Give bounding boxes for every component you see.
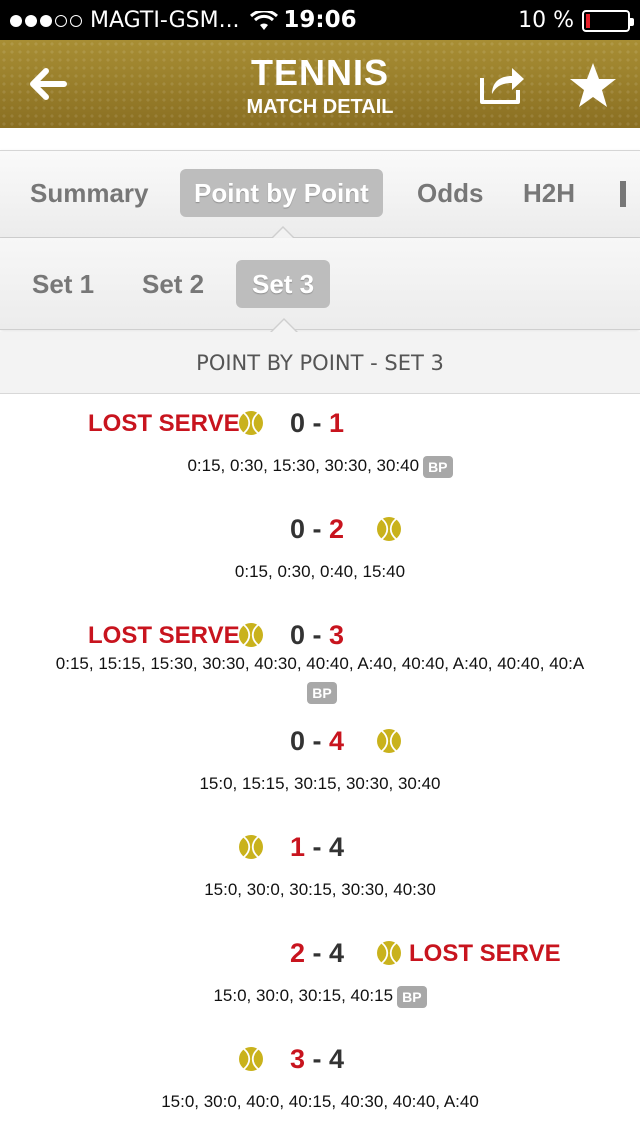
point-scores-text: 15:0, 15:15, 30:15, 30:30, 30:40 <box>199 774 441 793</box>
main-tabs: Summary Point by Point Odds H2H <box>0 150 640 238</box>
break-point-badge: BP <box>397 985 427 1008</box>
score-away: 4 <box>329 832 345 862</box>
game-score: 2 - 4 <box>290 938 344 969</box>
point-scores-text: 15:0, 30:0, 30:15, 40:15 <box>213 986 394 1005</box>
page-title: TENNIS <box>250 52 389 93</box>
point-sequence: 0:15, 0:30, 15:30, 30:30, 30:40 BP <box>0 452 640 480</box>
tab-summary[interactable]: Summary <box>16 169 163 217</box>
serve-ball-icon <box>238 1046 264 1072</box>
battery-percent: 10 % <box>518 8 574 33</box>
battery-fill <box>586 13 590 28</box>
tab-set-3[interactable]: Set 3 <box>236 260 331 308</box>
point-sequence: 0:15, 15:15, 15:30, 30:30, 40:30, 40:40,… <box>0 650 640 706</box>
point-sequence: 15:0, 30:0, 30:15, 30:30, 40:30 <box>0 876 640 904</box>
point-scores-text: 0:15, 0:30, 15:30, 30:30, 30:40 <box>187 456 420 475</box>
score-home: 2 <box>290 938 306 968</box>
game-score: 1 - 4 <box>290 832 344 863</box>
serve-ball-icon <box>376 728 402 754</box>
app-header: TENNIS MATCH DETAIL <box>0 40 640 128</box>
lost-serve-label: LOST SERVE <box>88 622 240 649</box>
score-away: 3 <box>329 620 345 650</box>
score-away: 4 <box>329 938 345 968</box>
favorite-star-icon[interactable] <box>568 60 618 110</box>
tab-h2h[interactable]: H2H <box>509 169 589 217</box>
score-home: 1 <box>290 832 306 862</box>
tab-set-1[interactable]: Set 1 <box>16 260 110 308</box>
score-separator: - <box>305 832 330 862</box>
tab-odds[interactable]: Odds <box>403 169 497 217</box>
serve-ball-icon <box>238 410 264 436</box>
score-away: 2 <box>329 514 345 544</box>
point-sequence: 15:0, 30:0, 40:0, 40:15, 40:30, 40:40, A… <box>0 1088 640 1116</box>
game-score: 3 - 4 <box>290 1044 344 1075</box>
serve-ball-icon <box>376 516 402 542</box>
status-right: 10 % <box>518 8 634 33</box>
status-bar: MAGTI-GSM... 19:06 10 % <box>0 0 640 40</box>
score-away: 4 <box>329 726 345 756</box>
point-scores-text: 15:0, 30:0, 30:15, 30:30, 40:30 <box>204 880 436 899</box>
score-home: 0 <box>290 620 306 650</box>
games-list: 0 - 1 LOST SERVE 0:15, 0:30, 15:30, 30:30,… <box>0 394 640 1136</box>
point-scores-text: 15:0, 30:0, 40:0, 40:15, 40:30, 40:40, A… <box>161 1092 479 1111</box>
score-separator: - <box>305 1044 330 1074</box>
tab-set-2[interactable]: Set 2 <box>126 260 220 308</box>
score-home: 0 <box>290 514 306 544</box>
score-home: 0 <box>290 726 306 756</box>
section-title: POINT BY POINT - SET 3 <box>0 332 640 394</box>
lost-serve-label: LOST SERVE <box>409 940 561 967</box>
tab-point-by-point[interactable]: Point by Point <box>180 169 383 217</box>
point-sequence: 15:0, 15:15, 30:15, 30:30, 30:40 <box>0 770 640 798</box>
set-tabs: Set 1 Set 2 Set 3 <box>0 238 640 330</box>
game-score: 0 - 2 <box>290 514 344 545</box>
point-scores-text: 0:15, 0:30, 0:40, 15:40 <box>234 562 406 581</box>
score-separator: - <box>305 514 330 544</box>
score-home: 0 <box>290 408 306 438</box>
game-score: 0 - 1 <box>290 408 344 439</box>
lost-serve-label: LOST SERVE <box>88 410 240 437</box>
serve-ball-icon <box>238 834 264 860</box>
point-sequence: 15:0, 30:0, 30:15, 40:15 BP <box>0 982 640 1010</box>
score-away: 1 <box>329 408 345 438</box>
point-sequence: 0:15, 0:30, 0:40, 15:40 <box>0 558 640 586</box>
score-away: 4 <box>329 1044 345 1074</box>
game-score: 0 - 3 <box>290 620 344 651</box>
set-pointer-inner <box>272 320 296 332</box>
page-subtitle: MATCH DETAIL <box>246 96 394 118</box>
game-score: 0 - 4 <box>290 726 344 757</box>
serve-ball-icon <box>238 622 264 648</box>
point-scores-text: 0:15, 15:15, 15:30, 30:30, 40:30, 40:40,… <box>55 654 585 673</box>
score-separator: - <box>305 726 330 756</box>
tab-overflow-edge <box>620 181 626 207</box>
score-home: 3 <box>290 1044 306 1074</box>
share-icon[interactable] <box>478 64 526 106</box>
score-separator: - <box>305 620 330 650</box>
score-separator: - <box>305 938 330 968</box>
break-point-badge: BP <box>307 681 337 704</box>
break-point-badge: BP <box>423 455 453 478</box>
serve-ball-icon <box>376 940 402 966</box>
score-separator: - <box>305 408 330 438</box>
battery-icon <box>582 9 634 32</box>
